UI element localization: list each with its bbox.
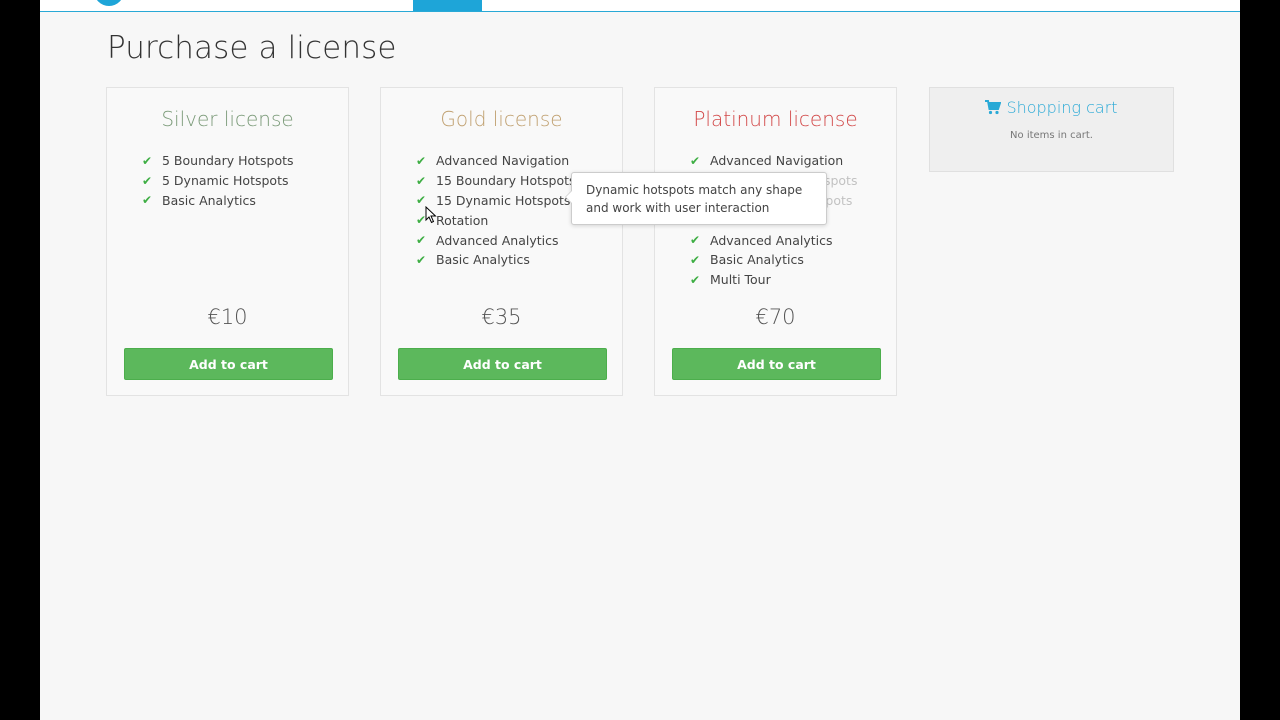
- feature-list: ✔ 5 Boundary Hotspots ✔ 5 Dynamic Hotspots…: [142, 151, 294, 210]
- add-to-cart-button[interactable]: Add to cart: [398, 348, 607, 380]
- shopping-cart-panel: Shopping cart No items in cart.: [929, 87, 1174, 172]
- feature-item: ✔ Advanced Navigation: [690, 151, 857, 171]
- feature-item: ✔ 5 Boundary Hotspots: [142, 151, 294, 171]
- feature-label: 5 Dynamic Hotspots: [162, 173, 289, 189]
- check-icon: ✔: [690, 233, 701, 248]
- feature-item: ✔ 15 Dynamic Hotspots: [416, 191, 576, 211]
- check-icon: ✔: [142, 193, 153, 208]
- feature-label: Advanced Navigation: [436, 153, 570, 169]
- feature-label: 5 Boundary Hotspots: [162, 153, 294, 169]
- feature-item: ✔ Multi Tour: [690, 270, 857, 290]
- add-to-cart-button[interactable]: Add to cart: [672, 348, 881, 380]
- check-icon: ✔: [416, 173, 427, 188]
- feature-label: Basic Analytics: [436, 252, 530, 268]
- check-icon: ✔: [142, 153, 153, 168]
- feature-label: Basic Analytics: [162, 192, 256, 208]
- feature-label: Multi Tour: [710, 272, 771, 288]
- feature-list: ✔ Advanced Navigation ✔ 15 Boundary Hotspo…: [416, 151, 576, 270]
- cart-empty-message: No items in cart.: [1010, 130, 1093, 141]
- add-to-cart-button[interactable]: Add to cart: [124, 348, 333, 380]
- license-name: Silver license: [161, 107, 294, 131]
- top-navigation-bar: [40, 0, 1240, 12]
- license-name: Platinum license: [693, 107, 858, 131]
- feature-item: ✔ Basic Analytics: [690, 250, 857, 270]
- check-icon: ✔: [690, 272, 701, 287]
- license-card-platinum: Platinum license ✔Advanced Navigation ✔1…: [654, 87, 897, 396]
- feature-item: ✔ 5 Dynamic Hotspots: [142, 171, 294, 191]
- page: Purchase a license Silver license ✔ 5 Bou…: [40, 0, 1240, 720]
- feature-tooltip: Dynamic hotspots match any shape and wor…: [565, 172, 827, 225]
- check-icon: ✔: [690, 153, 701, 168]
- logo[interactable]: [94, 0, 124, 6]
- feature-label: Rotation: [436, 212, 489, 228]
- check-icon: ✔: [416, 252, 427, 267]
- check-icon: ✔: [416, 153, 427, 168]
- check-icon: ✔: [416, 233, 427, 248]
- feature-item: ✔Rotation: [416, 210, 576, 230]
- license-price: €70: [755, 305, 796, 329]
- feature-label: Advanced Analytics: [436, 232, 559, 248]
- license-price: €35: [481, 305, 522, 329]
- feature-label: 15 Dynamic Hotspots: [436, 192, 571, 208]
- feature-item: ✔ Basic Analytics: [142, 191, 294, 211]
- check-icon: ✔: [690, 252, 701, 267]
- active-nav-tab[interactable]: [413, 0, 482, 11]
- feature-item: ✔ Advanced Analytics: [416, 230, 576, 250]
- feature-label: Basic Analytics: [710, 252, 804, 268]
- license-card-gold: Gold license ✔ Advanced Navigation ✔ 15 Bo…: [380, 87, 623, 396]
- page-title: Purchase a license: [107, 30, 397, 66]
- shopping-cart-header[interactable]: Shopping cart: [930, 98, 1173, 117]
- license-price: €10: [207, 305, 248, 329]
- feature-label: 15 Boundary Hotspots: [436, 173, 576, 189]
- feature-item: ✔ Advanced Navigation: [416, 151, 576, 171]
- license-name: Gold license: [440, 107, 563, 131]
- feature-item: ✔ 15 Boundary Hotspots: [416, 171, 576, 191]
- check-icon: ✔: [142, 173, 153, 188]
- feature-label: Advanced Analytics: [710, 232, 833, 248]
- shopping-cart-title: Shopping cart: [1006, 98, 1118, 117]
- mouse-cursor-icon: [425, 206, 437, 224]
- shopping-cart-icon: [985, 100, 1002, 115]
- license-card-silver: Silver license ✔ 5 Boundary Hotspots ✔ 5 D…: [106, 87, 349, 396]
- feature-item: ✔ Basic Analytics: [416, 250, 576, 270]
- feature-label: Advanced Navigation: [710, 153, 844, 169]
- feature-item: ✔ Advanced Analytics: [690, 230, 857, 250]
